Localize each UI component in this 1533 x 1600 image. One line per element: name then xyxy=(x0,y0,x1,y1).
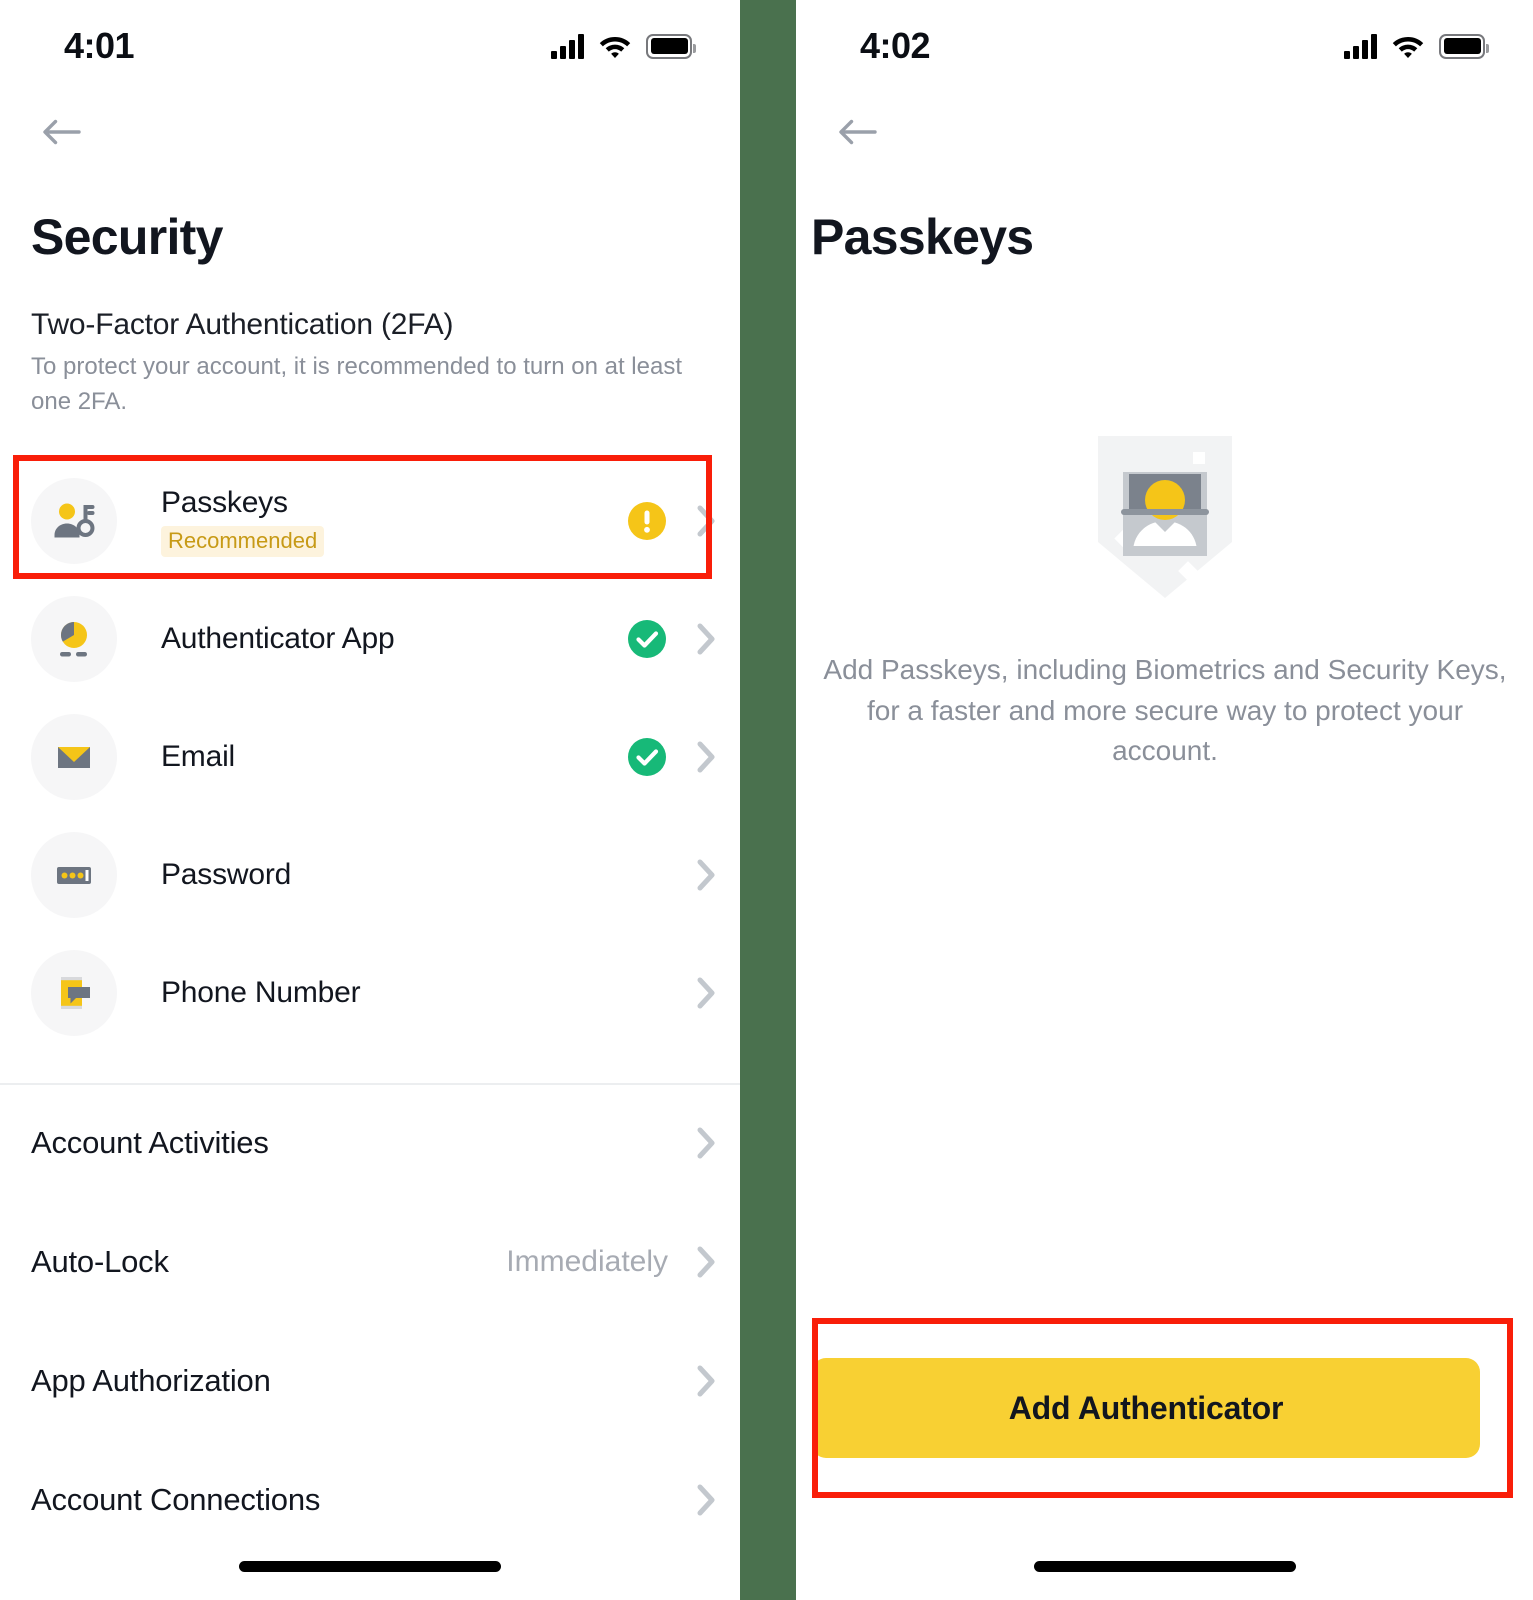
page-title: Passkeys xyxy=(811,209,1034,265)
status-bar: 4:02 xyxy=(796,0,1533,92)
email-envelope-icon xyxy=(31,714,117,800)
status-bar: 4:01 xyxy=(0,0,740,92)
settings-row-label: Account Activities xyxy=(31,1124,269,1160)
tfa-row-passkeys[interactable]: Passkeys Recommended xyxy=(0,462,740,580)
section-description-2fa: To protect your account, it is recommend… xyxy=(31,353,682,415)
tfa-list: Passkeys Recommended Authenticator App E… xyxy=(0,462,740,1052)
tfa-row-right xyxy=(628,502,718,540)
password-dots-icon xyxy=(31,832,117,918)
battery-full-icon xyxy=(1439,33,1489,59)
settings-row-account-activities[interactable]: Account Activities xyxy=(0,1083,740,1202)
chevron-right-icon xyxy=(697,1365,715,1396)
settings-row-app-authorization[interactable]: App Authorization xyxy=(0,1321,740,1440)
tfa-row-text: Passkeys Recommended xyxy=(161,485,628,557)
add-authenticator-button[interactable]: Add Authenticator xyxy=(812,1358,1480,1458)
wifi-icon xyxy=(1392,37,1424,58)
tfa-row-text: Authenticator App xyxy=(161,621,628,656)
chevron-right-icon xyxy=(697,859,715,891)
tfa-row-email[interactable]: Email xyxy=(0,698,740,816)
warning-status-icon xyxy=(628,502,666,540)
tfa-row-right xyxy=(696,976,718,1010)
passkeys-screen: 4:02 Passkeys Add Passkeys, including Bi… xyxy=(796,0,1533,1600)
status-bar-icons xyxy=(551,33,696,59)
tfa-row-right xyxy=(628,738,718,776)
settings-row-label: Auto-Lock xyxy=(31,1243,169,1279)
signal-bars-icon xyxy=(1344,33,1377,59)
passkey-person-key-icon xyxy=(31,478,117,564)
verified-status-icon xyxy=(628,738,666,776)
page-title: Security xyxy=(31,209,223,265)
tfa-row-label: Authenticator App xyxy=(161,622,395,656)
settings-row-label: App Authorization xyxy=(31,1362,271,1398)
chevron-right-icon xyxy=(697,505,715,537)
chevron-right-icon xyxy=(697,977,715,1009)
tfa-row-authenticator-app[interactable]: Authenticator App xyxy=(0,580,740,698)
authenticator-pie-icon xyxy=(31,596,117,682)
wifi-icon xyxy=(599,37,631,58)
chevron-right-icon xyxy=(697,1246,715,1277)
arrow-left-icon xyxy=(839,119,877,145)
passkey-shield-avatar-illustration xyxy=(1097,436,1232,598)
section-heading-2fa: Two-Factor Authentication (2FA) xyxy=(31,308,454,341)
settings-row-auto-lock[interactable]: Auto-Lock Immediately xyxy=(0,1202,740,1321)
status-bar-icons xyxy=(1344,33,1489,59)
arrow-left-icon xyxy=(43,119,81,145)
chevron-right-icon xyxy=(697,1484,715,1515)
tfa-row-text: Password xyxy=(161,857,696,892)
tfa-row-label: Email xyxy=(161,740,236,774)
chevron-right-icon xyxy=(697,623,715,655)
settings-row-account-connections[interactable]: Account Connections xyxy=(0,1440,740,1559)
tfa-row-right xyxy=(628,620,718,658)
verified-status-icon xyxy=(628,620,666,658)
screenshot-root: 4:01 Security Two-Factor Authentication … xyxy=(0,0,1533,1600)
tfa-row-password[interactable]: Password xyxy=(0,816,740,934)
back-button[interactable] xyxy=(30,104,94,160)
chevron-right-icon xyxy=(697,741,715,773)
back-button[interactable] xyxy=(826,104,890,160)
settings-row-label: Account Connections xyxy=(31,1481,321,1517)
home-indicator xyxy=(239,1561,501,1572)
settings-list: Account Activities Auto-Lock Immediately… xyxy=(0,1083,740,1559)
battery-full-icon xyxy=(646,33,696,59)
chevron-right-icon xyxy=(697,1127,715,1158)
tfa-row-label: Password xyxy=(161,858,292,892)
security-screen: 4:01 Security Two-Factor Authentication … xyxy=(0,0,740,1600)
status-bar-clock: 4:01 xyxy=(64,25,135,66)
tfa-row-text: Phone Number xyxy=(161,975,696,1010)
phone-message-icon xyxy=(31,950,117,1036)
tfa-row-phone-number[interactable]: Phone Number xyxy=(0,934,740,1052)
tfa-row-right xyxy=(696,858,718,892)
tfa-row-label: Passkeys xyxy=(161,486,288,520)
panel-divider-band xyxy=(740,0,796,1600)
home-indicator xyxy=(1033,1561,1296,1572)
passkeys-description: Add Passkeys, including Biometrics and S… xyxy=(823,654,1507,767)
status-bar-clock: 4:02 xyxy=(860,25,931,66)
signal-bars-icon xyxy=(551,33,584,59)
tfa-row-text: Email xyxy=(161,739,628,774)
tfa-row-label: Phone Number xyxy=(161,976,361,1010)
recommended-badge: Recommended xyxy=(161,525,325,557)
settings-row-value: Immediately xyxy=(506,1244,668,1278)
